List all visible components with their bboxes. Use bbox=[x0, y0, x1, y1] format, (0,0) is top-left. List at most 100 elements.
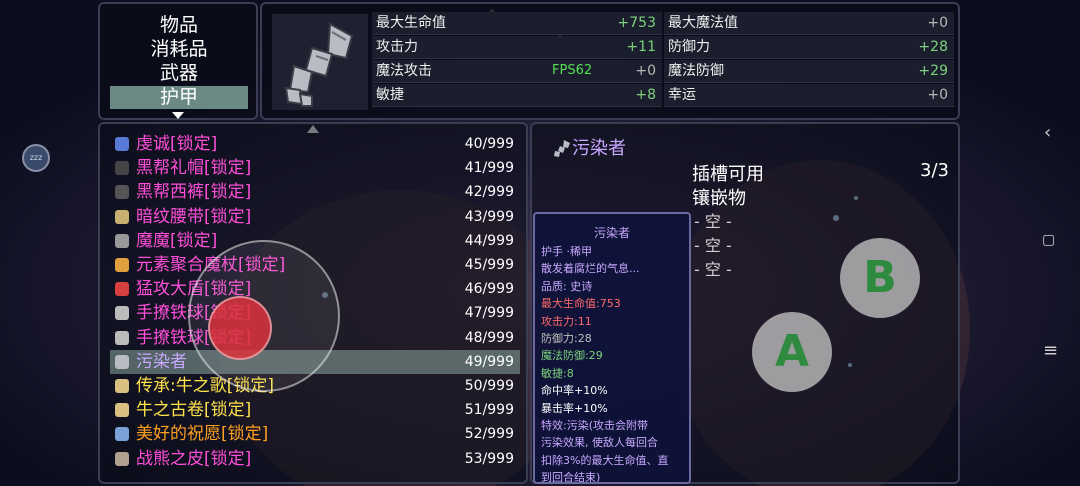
inlay-slot[interactable]: - 空 - bbox=[694, 208, 732, 232]
inventory-row[interactable]: 美好的祝愿[锁定] 52/999 bbox=[110, 422, 520, 446]
ring-icon bbox=[112, 424, 132, 444]
tooltip-title: 污染者 bbox=[593, 226, 630, 240]
tooltip-line: 散发着腐烂的气息... bbox=[541, 262, 640, 276]
stat-label: 攻击力 bbox=[376, 39, 418, 55]
item-name: 魔魔[锁定] bbox=[136, 230, 218, 251]
stat-row: 攻击力 +11 bbox=[372, 36, 662, 59]
tooltip-line: 防御力:28 bbox=[541, 332, 592, 345]
tooltip-line: 魔法防御:29 bbox=[541, 349, 603, 363]
stat-value: +11 bbox=[626, 39, 656, 55]
stat-row: 魔法防御 +29 bbox=[664, 60, 954, 83]
inventory-row[interactable]: 魔魔[锁定] 44/999 bbox=[110, 229, 520, 253]
item-count: 53/999 bbox=[464, 450, 514, 467]
item-count: 47/999 bbox=[464, 305, 514, 322]
shield-icon bbox=[112, 279, 132, 299]
stat-value: +0 bbox=[635, 63, 656, 79]
inventory-row[interactable]: 传承:牛之歌[锁定] 50/999 bbox=[110, 374, 520, 398]
scroll-icon bbox=[112, 376, 132, 396]
stat-label: 最大魔法值 bbox=[668, 15, 738, 31]
stat-row: 敏捷 +8 bbox=[372, 84, 662, 107]
tooltip-line: 暴击率+10% bbox=[541, 401, 608, 415]
slot-count: 3/3 bbox=[920, 160, 949, 181]
tooltip-line: 攻击力:11 bbox=[541, 314, 592, 328]
stat-value: +29 bbox=[918, 63, 948, 79]
item-count: 41/999 bbox=[464, 160, 514, 177]
stat-value: +8 bbox=[635, 87, 656, 103]
category-consumables[interactable]: 消耗品 bbox=[110, 38, 248, 61]
iron-ball-icon bbox=[112, 328, 132, 348]
inventory-row[interactable]: 虔诚[锁定] 40/999 bbox=[110, 132, 520, 156]
stat-row: 防御力 +28 bbox=[664, 36, 954, 59]
item-name: 牛之古卷[锁定] bbox=[136, 400, 252, 421]
item-count: 48/999 bbox=[464, 329, 514, 346]
tooltip-line: 特效:污染(攻击会附带 bbox=[541, 419, 648, 432]
item-name: 黑帮西裤[锁定] bbox=[136, 182, 252, 203]
blue-robe-icon bbox=[112, 134, 132, 154]
bear-skin-icon bbox=[112, 449, 132, 469]
chevron-down-icon bbox=[172, 112, 184, 119]
item-count: 45/999 bbox=[464, 257, 514, 273]
inlay-slot[interactable]: - 空 - bbox=[694, 232, 732, 256]
category-weapons[interactable]: 武器 bbox=[110, 62, 248, 85]
inventory-row[interactable]: 牛之古卷[锁定] 51/999 bbox=[110, 398, 520, 422]
inventory-row[interactable]: 暗纹腰带[锁定] 43/999 bbox=[110, 205, 520, 229]
item-count: 52/999 bbox=[464, 426, 514, 443]
stat-value: +753 bbox=[617, 15, 656, 31]
item-tooltip: 污染者 护手 ·稀甲散发着腐烂的气息... 品质: 史诗最大生命值:753 攻击力:… bbox=[533, 212, 691, 484]
item-count: 42/999 bbox=[464, 184, 514, 201]
tooltip-line: 护手 ·稀甲 bbox=[541, 245, 592, 258]
scroll-icon bbox=[112, 400, 132, 420]
tooltip-line: 扣除3%的最大生命值、直 bbox=[541, 453, 669, 467]
trousers-icon bbox=[112, 182, 132, 202]
item-name: 污染者 bbox=[136, 351, 187, 372]
stat-value: +0 bbox=[927, 15, 948, 31]
category-items[interactable]: 物品 bbox=[110, 14, 248, 37]
stats-panel: 最大生命值 +753 攻击力 +11 魔法攻击 +0 FPS62 敏捷 +8 最大魔法值 +0 防御… bbox=[260, 2, 960, 120]
inventory-row[interactable]: 黑帮西裤[锁定] 42/999 bbox=[110, 180, 520, 204]
slot-available-label: 插槽可用 bbox=[692, 164, 764, 185]
gauntlet-icon bbox=[112, 352, 132, 372]
tooltip-line: 品质: 史诗 bbox=[541, 279, 593, 293]
inlay-label: 镶嵌物 bbox=[692, 188, 746, 209]
item-count: 40/999 bbox=[464, 136, 514, 152]
tooltip-line: 最大生命值:753 bbox=[541, 297, 621, 311]
gauntlet-icon bbox=[554, 140, 570, 157]
wand-icon bbox=[112, 231, 132, 251]
sleep-overlay-icon[interactable]: zzz bbox=[22, 144, 50, 172]
back-nav-icon[interactable]: ‹ bbox=[1044, 122, 1051, 143]
tooltip-line: 到回合结束) bbox=[541, 471, 601, 484]
fps-counter: FPS62 bbox=[552, 63, 593, 78]
inventory-row[interactable]: 黑帮礼帽[锁定] 41/999 bbox=[110, 156, 520, 180]
home-nav-icon[interactable]: ▢ bbox=[1042, 232, 1055, 248]
tooltip-line: 命中率+10% bbox=[541, 384, 608, 398]
stat-value: +0 bbox=[927, 87, 948, 103]
top-hat-icon bbox=[112, 158, 132, 178]
stat-label: 防御力 bbox=[668, 39, 710, 55]
item-count: 44/999 bbox=[464, 232, 514, 249]
menu-nav-icon[interactable]: ≡ bbox=[1043, 340, 1058, 361]
belt-icon bbox=[112, 207, 132, 227]
a-button[interactable]: A bbox=[752, 312, 832, 392]
gauntlet-icon bbox=[272, 14, 368, 110]
category-panel: 物品 消耗品 武器 护甲 bbox=[98, 2, 258, 120]
tooltip-line: 污染效果, 使敌人每回合 bbox=[541, 436, 658, 450]
item-name: 虔诚[锁定] bbox=[136, 134, 218, 154]
stat-label: 魔法防御 bbox=[668, 63, 724, 79]
category-armor[interactable]: 护甲 bbox=[110, 86, 248, 109]
joystick-knob[interactable] bbox=[208, 296, 272, 360]
item-name: 战熊之皮[锁定] bbox=[136, 448, 252, 469]
tooltip-line: 敏捷:8 bbox=[541, 366, 574, 380]
inlay-slot[interactable]: - 空 - bbox=[694, 256, 732, 280]
item-name: 黑帮礼帽[锁定] bbox=[136, 158, 252, 179]
iron-ball-icon bbox=[112, 303, 132, 323]
stat-row: 幸运 +0 bbox=[664, 84, 954, 107]
detail-item-name: 污染者 bbox=[572, 138, 626, 159]
stat-row: 最大生命值 +753 bbox=[372, 12, 662, 35]
b-button[interactable]: B bbox=[840, 238, 920, 318]
stat-value: +28 bbox=[918, 39, 948, 55]
stat-label: 最大生命值 bbox=[376, 15, 446, 31]
item-name: 美好的祝愿[锁定] bbox=[136, 424, 269, 445]
item-count: 46/999 bbox=[464, 281, 514, 298]
magic-staff-icon bbox=[112, 255, 132, 275]
inventory-row[interactable]: 战熊之皮[锁定] 53/999 bbox=[110, 447, 520, 471]
